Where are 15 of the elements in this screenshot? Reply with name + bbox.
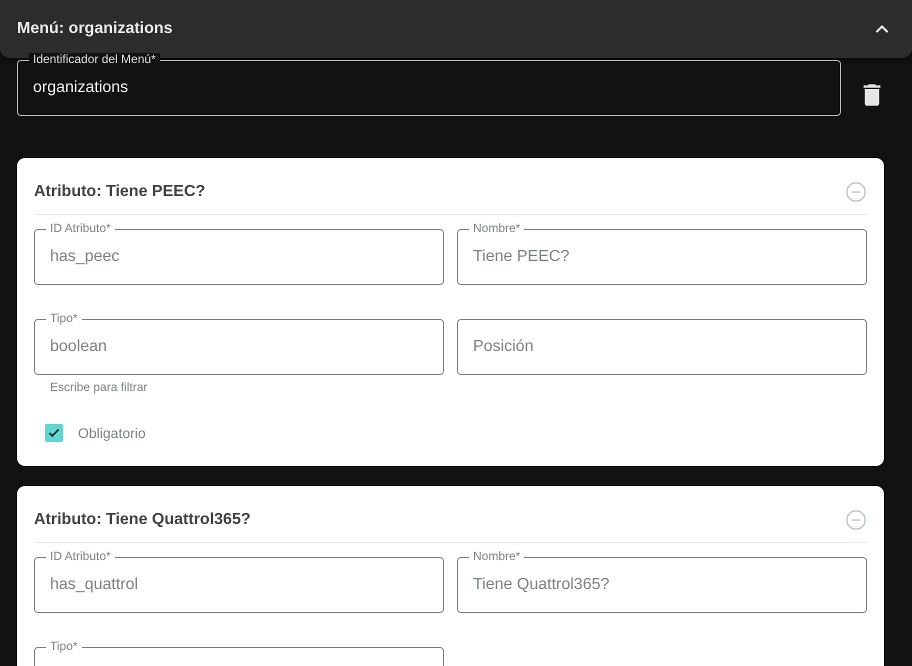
checkbox[interactable] [45,424,63,442]
attribute-title: Atributo: Tiene PEEC? [34,183,206,201]
field-label: Identificador del Menú* [29,53,160,66]
check-icon [47,426,61,440]
checkbox-label: Obligatorio [78,425,146,441]
field-label: Nombre* [469,550,524,563]
helper-text: Escribe para filtrar [50,380,148,394]
attribute-title: Atributo: Tiene Quattrol365? [34,511,251,529]
field-label: ID Atributo* [46,550,115,563]
input-field[interactable]: Posición [457,319,867,375]
menu-title: Menú: organizations [17,20,173,38]
field-label: Tipo* [46,312,82,325]
field-label: Tipo* [46,640,82,653]
field-label: ID Atributo* [46,222,115,235]
field-label: Nombre* [469,222,524,235]
